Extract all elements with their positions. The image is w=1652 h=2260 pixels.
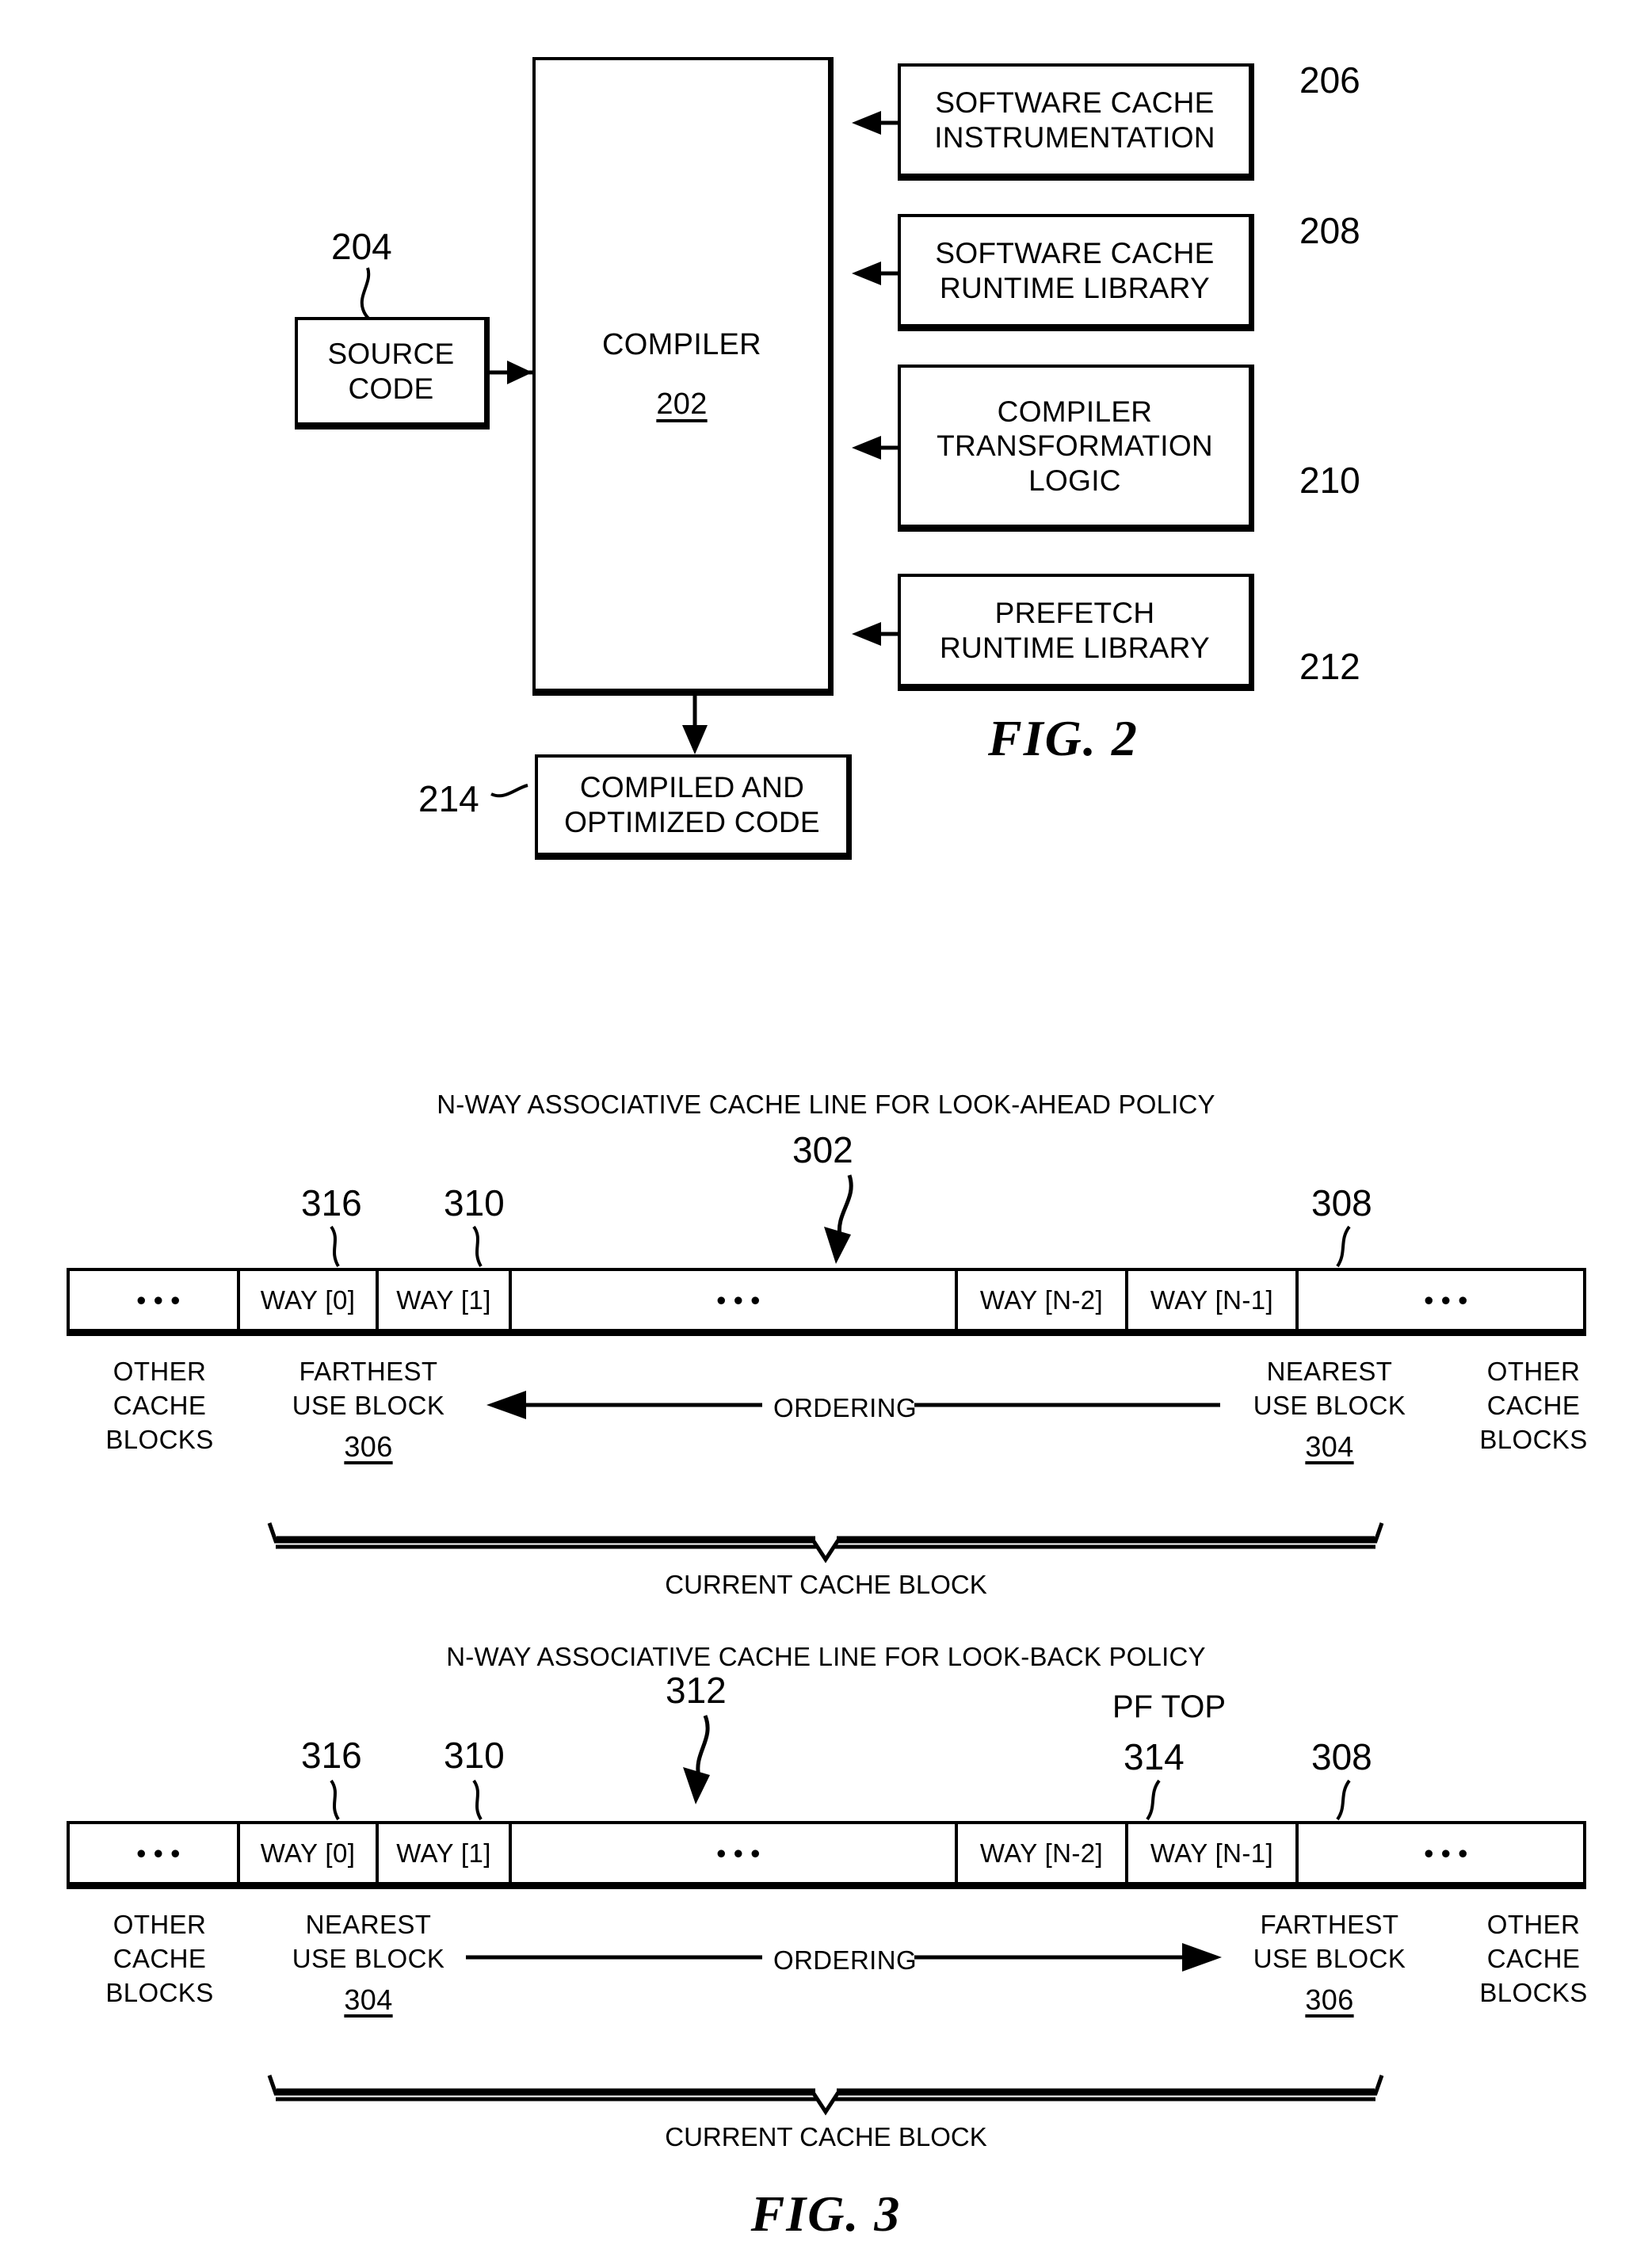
- bloo-line-2: CACHE: [113, 1943, 207, 1973]
- loo-line-1: OTHER: [113, 1357, 207, 1386]
- software-cache-instrumentation-box: SOFTWARE CACHE INSTRUMENTATION: [898, 63, 1254, 181]
- compiled-optimized-code-box: COMPILED AND OPTIMIZED CODE: [535, 754, 852, 860]
- ref-316-lookahead: 316: [301, 1182, 362, 1224]
- lro-line-3: BLOCKS: [1479, 1424, 1588, 1454]
- lookback-cell-wayn2: WAY [N-2]: [958, 1824, 1128, 1882]
- bnub-line-2: USE BLOCK: [292, 1943, 445, 1973]
- lookback-cell-mid-dots: • • •: [512, 1824, 958, 1882]
- lookback-right-outer-label: OTHER CACHE BLOCKS: [1456, 1908, 1611, 2010]
- ref-312: 312: [666, 1670, 727, 1711]
- lookback-left-outer-label: OTHER CACHE BLOCKS: [82, 1908, 237, 2010]
- ref-212: 212: [1299, 646, 1360, 687]
- lookahead-right-outer-label: OTHER CACHE BLOCKS: [1456, 1355, 1611, 1457]
- prefetch-runtime-library-box: PREFETCH RUNTIME LIBRARY: [898, 574, 1254, 691]
- lookback-current-cache-block-caption: CURRENT CACHE BLOCK: [665, 2122, 987, 2151]
- lookback-nearest-use-block-label: NEAREST USE BLOCK 304: [265, 1908, 471, 2019]
- lfub-line-1: FARTHEST: [299, 1357, 438, 1386]
- blro-line-1: OTHER: [1486, 1910, 1581, 1939]
- lookahead-cell-wayn2: WAY [N-2]: [958, 1271, 1128, 1329]
- ref-304-lookahead: 304: [1305, 1430, 1354, 1463]
- ref-314: 314: [1124, 1736, 1185, 1777]
- ref-204: 204: [331, 226, 392, 267]
- lookback-title: N-WAY ASSOCIATIVE CACHE LINE FOR LOOK-BA…: [446, 1642, 1206, 1671]
- prl-line-1: PREFETCH: [994, 596, 1155, 629]
- figure-3-label: FIG. 3: [750, 2186, 902, 2242]
- blro-line-3: BLOCKS: [1479, 1977, 1588, 2007]
- bloo-line-3: BLOCKS: [105, 1977, 214, 2007]
- lookahead-title: N-WAY ASSOCIATIVE CACHE LINE FOR LOOK-AH…: [437, 1090, 1215, 1119]
- lookback-cache-line: • • • WAY [0] WAY [1] • • • WAY [N-2] WA…: [67, 1821, 1586, 1889]
- ref-306-lookahead: 306: [344, 1430, 393, 1463]
- lookahead-cell-way0: WAY [0]: [240, 1271, 379, 1329]
- bnub-line-1: NEAREST: [305, 1910, 432, 1939]
- figure-2-label: FIG. 2: [988, 710, 1139, 766]
- ctl-line-1: COMPILER: [997, 395, 1153, 428]
- bfub-line-1: FARTHEST: [1260, 1910, 1399, 1939]
- patent-figure-sheet: COMPILER 202 SOURCE CODE 204 SOFTWARE CA…: [0, 0, 1652, 2260]
- ref-310-lookahead: 310: [444, 1182, 505, 1224]
- ref-208: 208: [1299, 210, 1360, 251]
- lookahead-cell-right-dots: • • •: [1424, 1285, 1468, 1315]
- sci-line-2: INSTRUMENTATION: [934, 120, 1215, 154]
- source-code-box: SOURCE CODE: [295, 317, 490, 429]
- lookahead-cache-line: • • • WAY [0] WAY [1] • • • WAY [N-2] WA…: [67, 1268, 1586, 1336]
- lnub-line-1: NEAREST: [1266, 1357, 1393, 1386]
- bloo-line-1: OTHER: [113, 1910, 207, 1939]
- lookahead-cell-wayn1: WAY [N-1]: [1128, 1271, 1299, 1329]
- ref-306-lookback: 306: [1305, 1983, 1354, 2016]
- lookback-cell-left-dots: • • •: [70, 1824, 240, 1882]
- compiler-title: COMPILER: [602, 327, 761, 361]
- ref-302: 302: [792, 1129, 853, 1170]
- software-cache-runtime-library-box: SOFTWARE CACHE RUNTIME LIBRARY: [898, 214, 1254, 331]
- ref-304-lookback: 304: [344, 1983, 393, 2016]
- loo-line-2: CACHE: [113, 1390, 207, 1420]
- scrl-line-1: SOFTWARE CACHE: [935, 236, 1215, 269]
- ref-308-lookback: 308: [1311, 1736, 1372, 1777]
- lookahead-left-outer-label: OTHER CACHE BLOCKS: [82, 1355, 237, 1457]
- lookahead-cell-mid-dots: • • •: [512, 1271, 958, 1329]
- compiler-transformation-logic-box: COMPILER TRANSFORMATION LOGIC: [898, 365, 1254, 532]
- lookahead-farthest-use-block-label: FARTHEST USE BLOCK 306: [265, 1355, 471, 1466]
- pf-top-label: PF TOP: [1112, 1689, 1227, 1724]
- sci-line-1: SOFTWARE CACHE: [935, 86, 1215, 119]
- lfub-line-2: USE BLOCK: [292, 1390, 445, 1420]
- lnub-line-2: USE BLOCK: [1253, 1390, 1406, 1420]
- bfub-line-2: USE BLOCK: [1253, 1943, 1406, 1973]
- compiler-ref: 202: [656, 387, 708, 421]
- lookahead-cell-left-dots: • • •: [70, 1271, 240, 1329]
- ref-214: 214: [418, 778, 479, 819]
- source-code-line-1: SOURCE: [327, 337, 455, 370]
- loo-line-3: BLOCKS: [105, 1424, 214, 1454]
- coc-line-1: COMPILED AND: [579, 771, 805, 804]
- lookahead-nearest-use-block-label: NEAREST USE BLOCK 304: [1227, 1355, 1433, 1466]
- lookback-cell-way0: WAY [0]: [240, 1824, 379, 1882]
- ref-206: 206: [1299, 59, 1360, 101]
- source-code-line-2: CODE: [348, 372, 434, 405]
- compiler-box: COMPILER 202: [532, 57, 834, 696]
- prl-line-2: RUNTIME LIBRARY: [940, 631, 1210, 664]
- ref-308-lookahead: 308: [1311, 1182, 1372, 1224]
- lookback-farthest-use-block-label: FARTHEST USE BLOCK 306: [1227, 1908, 1433, 2019]
- blro-line-2: CACHE: [1486, 1943, 1581, 1973]
- lookahead-cell-way1: WAY [1]: [379, 1271, 512, 1329]
- lookahead-current-cache-block-caption: CURRENT CACHE BLOCK: [665, 1570, 987, 1599]
- lookback-ordering-label: ORDERING: [765, 1945, 925, 1976]
- ctl-line-3: LOGIC: [1028, 464, 1121, 497]
- coc-line-2: OPTIMIZED CODE: [564, 806, 820, 838]
- lro-line-2: CACHE: [1486, 1390, 1581, 1420]
- ref-210: 210: [1299, 460, 1360, 501]
- ref-310-lookback: 310: [444, 1735, 505, 1776]
- lro-line-1: OTHER: [1486, 1357, 1581, 1386]
- lookback-cell-way1: WAY [1]: [379, 1824, 512, 1882]
- lookback-cell-right-dots: • • •: [1424, 1838, 1468, 1868]
- lookahead-ordering-label: ORDERING: [765, 1393, 925, 1423]
- ctl-line-2: TRANSFORMATION: [937, 429, 1213, 463]
- ref-316-lookback: 316: [301, 1735, 362, 1776]
- lookback-cell-wayn1: WAY [N-1]: [1128, 1824, 1299, 1882]
- scrl-line-2: RUNTIME LIBRARY: [940, 271, 1210, 304]
